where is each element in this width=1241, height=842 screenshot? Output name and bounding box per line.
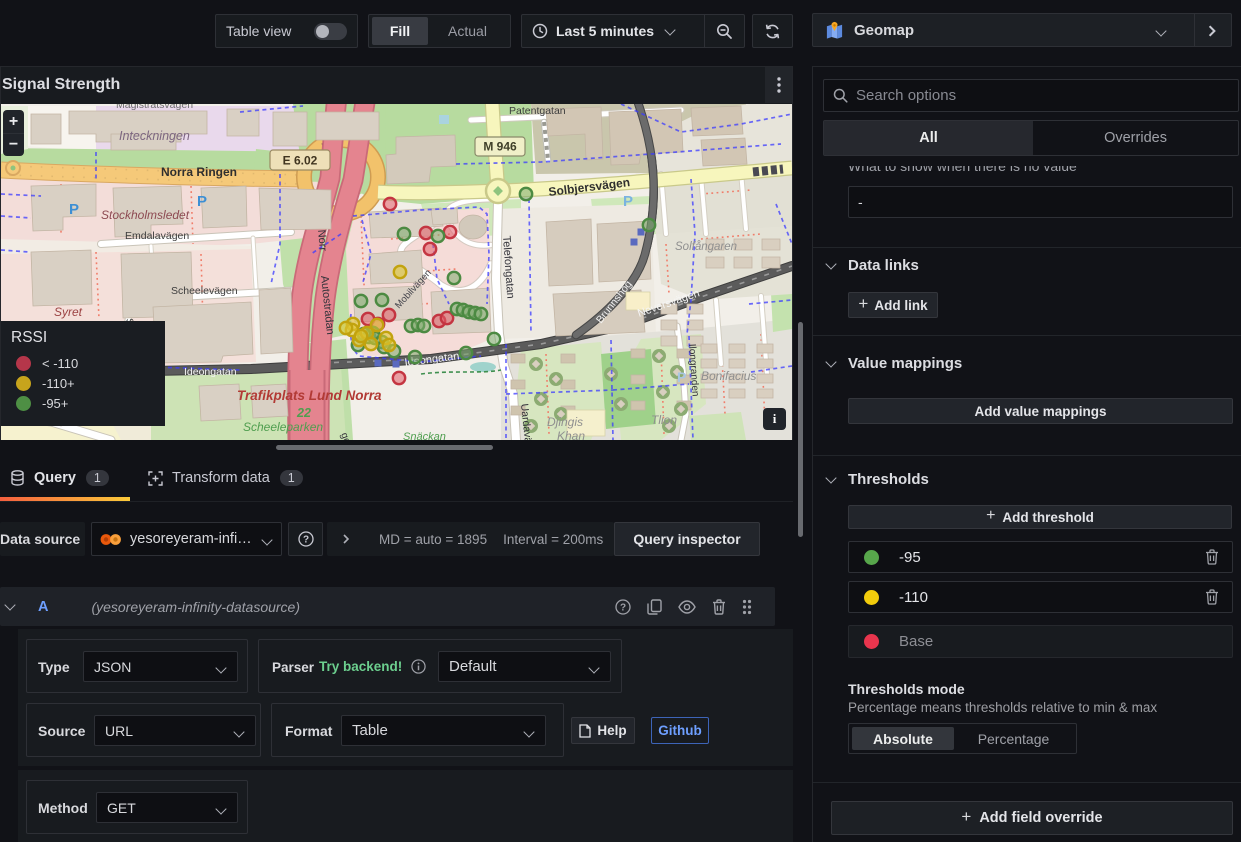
svg-text:Bonifacius: Bonifacius xyxy=(701,369,756,383)
svg-text:Syret: Syret xyxy=(54,305,83,319)
svg-text:Trafikplats Lund Norra: Trafikplats Lund Norra xyxy=(237,388,382,403)
svg-text:Stockholmsledet: Stockholmsledet xyxy=(101,208,190,222)
svg-text:Tlion: Tlion xyxy=(651,413,677,427)
svg-text:Scheeleparken: Scheeleparken xyxy=(243,420,323,434)
svg-text:Inteckningen: Inteckningen xyxy=(119,129,190,143)
svg-text:Djingis: Djingis xyxy=(547,415,583,429)
svg-text:?: ? xyxy=(302,535,308,546)
svg-text:?: ? xyxy=(620,602,626,613)
svg-text:Norr: Norr xyxy=(315,229,329,252)
svg-text:P: P xyxy=(623,193,633,210)
svg-text:Khan: Khan xyxy=(557,429,585,440)
svg-text:E 6.02: E 6.02 xyxy=(283,154,318,168)
svg-text:Ideongatan: Ideongatan xyxy=(184,366,237,378)
svg-text:Solfångaren: Solfångaren xyxy=(675,241,737,253)
svg-text:Emdalavägen: Emdalavägen xyxy=(125,230,189,242)
svg-text:Scheelevägen: Scheelevägen xyxy=(171,285,238,297)
svg-text:Snäckan: Snäckan xyxy=(403,431,446,440)
svg-text:Magistratsvägen: Magistratsvägen xyxy=(116,104,193,111)
svg-text:22: 22 xyxy=(296,406,311,420)
svg-text:P: P xyxy=(677,369,686,385)
svg-text:Patentgatan: Patentgatan xyxy=(509,105,566,117)
svg-text:P: P xyxy=(197,193,207,210)
svg-text:P: P xyxy=(69,201,79,218)
svg-text:M 946: M 946 xyxy=(483,140,517,154)
svg-text:Norra Ringen: Norra Ringen xyxy=(161,165,237,179)
